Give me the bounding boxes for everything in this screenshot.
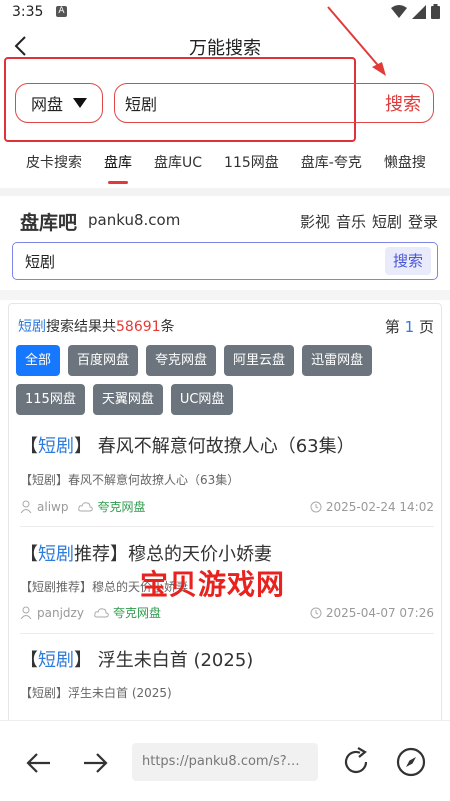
result-disk[interactable]: 夸克网盘 [97,498,145,515]
signal-icon [412,4,426,19]
nav-movies[interactable]: 影视 [300,211,330,232]
filter-tianyi[interactable]: 天翼网盘 [92,384,163,415]
filter-115[interactable]: 115网盘 [16,384,85,415]
result-keyword[interactable]: 短剧 [18,319,46,335]
compass-icon[interactable] [395,746,427,778]
forward-icon[interactable] [80,748,110,778]
tab-panku-uc[interactable]: 盘库UC [154,152,202,172]
divider [0,188,450,196]
result-user[interactable]: aliwp [37,500,68,514]
tab-panku-quark[interactable]: 盘库-夸克 [301,152,362,172]
site-search-input[interactable]: 短剧 搜索 [12,242,438,280]
search-input-value[interactable]: 短剧 [125,91,385,115]
site-nav: 影视 音乐 短剧 登录 [300,211,438,232]
user-icon [20,606,32,619]
result-user[interactable]: panjdzy [37,606,84,620]
page-indicator: 第 1 页 [384,318,434,336]
back-icon[interactable] [24,748,54,778]
tab-lanpan[interactable]: 懒盘搜 [384,152,426,172]
result-divider [20,526,434,527]
result-title[interactable]: 【短剧】 春风不解意何故撩人心（63集） [20,432,355,458]
result-date: 2025-02-24 14:02 [325,499,434,514]
clock-icon [310,607,322,618]
result-count: 短剧搜索结果共58691条 [18,319,175,335]
filter-aliyun[interactable]: 阿里云盘 [224,345,295,376]
source-dropdown-value: 网盘 [30,95,63,114]
search-button[interactable]: 搜索 [385,90,433,116]
result-meta: aliwp 夸克网盘 2025-02-24 14:02 [20,498,434,515]
result-snippet: 【短剧】浮生未白首 (2025) [20,686,172,700]
filter-xunlei[interactable]: 迅雷网盘 [302,345,373,376]
notification-icon: A [56,6,67,17]
status-time: 3:35 [12,4,44,20]
tab-pika[interactable]: 皮卡搜索 [26,152,82,172]
result-disk[interactable]: 夸克网盘 [113,604,161,621]
filter-quark[interactable]: 夸克网盘 [146,345,217,376]
tab-panku[interactable]: 盘库 [104,152,132,184]
user-icon [20,500,32,513]
filter-chips: 全部 百度网盘 夸克网盘 阿里云盘 迅雷网盘 115网盘 天翼网盘 UC网盘 [16,345,436,415]
refresh-icon[interactable] [340,746,372,778]
cloud-icon [78,502,94,512]
filter-uc[interactable]: UC网盘 [170,384,234,415]
engine-tabs: 皮卡搜索 盘库 盘库UC 115网盘 盘库-夸克 懒盘搜 [26,152,448,184]
battery-icon [431,4,440,19]
site-logo[interactable]: 盘库吧 [20,208,77,235]
divider [0,290,450,300]
source-dropdown[interactable]: 网盘 [15,83,103,123]
nav-login[interactable]: 登录 [408,211,438,232]
tab-115[interactable]: 115网盘 [224,152,279,172]
nav-music[interactable]: 音乐 [336,211,366,232]
filter-baidu[interactable]: 百度网盘 [68,345,139,376]
result-meta: panjdzy 夸克网盘 2025-04-07 07:26 [20,604,434,621]
result-date: 2025-04-07 07:26 [325,605,434,620]
address-bar[interactable]: https://panku8.com/s?… [132,743,318,781]
site-domain: panku8.com [88,211,181,229]
result-divider [20,633,434,634]
caret-down-icon [73,98,87,108]
filter-all[interactable]: 全部 [16,345,61,376]
result-number: 58691 [116,319,161,335]
clock-icon [310,501,322,512]
search-input[interactable]: 短剧 搜索 [114,83,434,123]
status-icons [391,4,440,19]
site-search-value[interactable]: 短剧 [25,251,55,272]
result-title[interactable]: 【短剧】 浮生未白首 (2025) [20,646,253,672]
watermark: 宝贝游戏网 [140,568,286,601]
nav-shortdrama[interactable]: 短剧 [372,211,402,232]
cloud-icon [94,608,109,618]
result-snippet: 【短剧】春风不解意何故撩人心（63集） [20,473,240,487]
site-search-button[interactable]: 搜索 [385,247,431,275]
